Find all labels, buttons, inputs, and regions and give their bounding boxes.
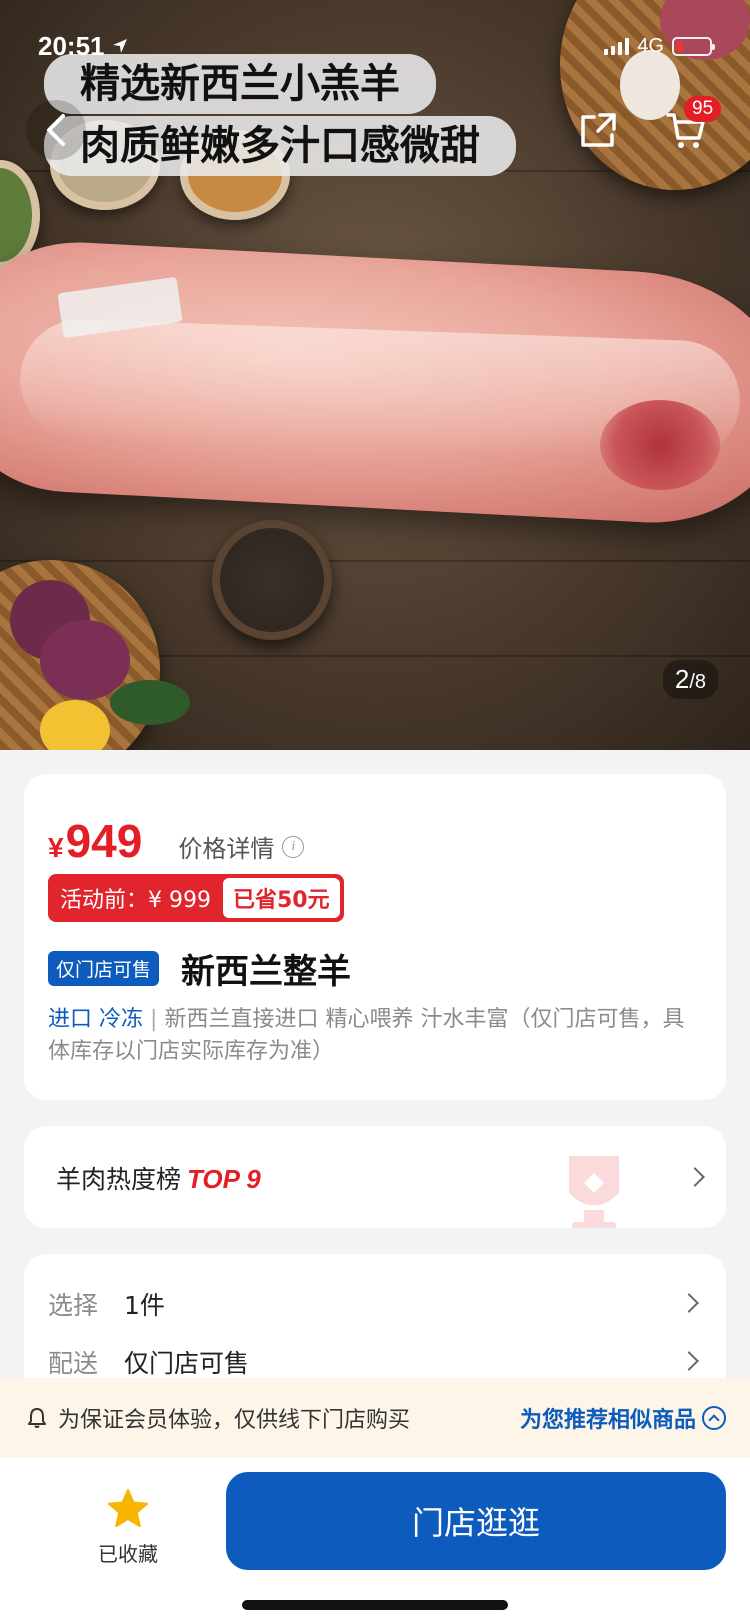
option-row-select[interactable]: 选择 1件: [48, 1286, 702, 1322]
favorite-label: 已收藏: [98, 1542, 158, 1566]
product-title: 新西兰整羊: [181, 952, 352, 992]
option-value: 1件: [124, 1291, 165, 1320]
pre-event-price: 活动前：¥ 999: [60, 888, 211, 913]
price-detail-link[interactable]: 价格详情 i: [178, 829, 305, 864]
price-card: ¥ 949 价格详情 i 活动前：¥ 999 已省50元 仅门店可售 新西兰整羊…: [24, 774, 726, 1100]
promo-banner: 活动前：¥ 999 已省50元: [48, 874, 344, 922]
tag-separator: |: [150, 1007, 158, 1032]
trophy-icon: [569, 1156, 619, 1228]
hero-caption-line2: 肉质鲜嫩多汁口感微甜: [44, 116, 516, 176]
notice-bar: 为保证会员体验，仅供线下门店购买 为您推荐相似商品: [0, 1378, 750, 1458]
option-key: 配送: [48, 1349, 99, 1378]
clock: 20:51: [38, 30, 105, 61]
similar-products-link[interactable]: 为您推荐相似商品: [520, 1402, 726, 1434]
bell-icon: [28, 1408, 46, 1428]
pager-total: /8: [689, 671, 706, 693]
store-only-tag: 仅门店可售: [48, 951, 160, 986]
similar-products-label: 为您推荐相似商品: [519, 1408, 696, 1433]
chevron-right-icon: [679, 1351, 699, 1371]
savings-badge: 已省50元: [222, 878, 340, 918]
bottom-bar: 已收藏 门店逛逛: [0, 1458, 750, 1624]
back-button[interactable]: [26, 100, 86, 160]
status-bar: 20:51 4G: [38, 28, 715, 64]
price-value: 949: [65, 815, 143, 867]
home-indicator: [242, 1600, 508, 1610]
pager-current: 2: [674, 664, 690, 694]
option-key: 选择: [48, 1291, 99, 1320]
tag-frozen: 冷冻: [99, 1007, 144, 1032]
option-value: 仅门店可售: [124, 1349, 250, 1378]
visit-store-button[interactable]: 门店逛逛: [226, 1472, 726, 1570]
ranking-card[interactable]: 羊肉热度榜 TOP 9: [24, 1126, 726, 1228]
price-symbol: ¥: [48, 832, 64, 863]
info-icon: i: [282, 835, 305, 858]
peppercorn-bowl: [212, 520, 332, 640]
ranking-top: TOP 9: [187, 1164, 261, 1194]
share-button[interactable]: [568, 100, 628, 160]
ranking-chevron-icon: [685, 1167, 705, 1187]
notice-text: 为保证会员体验，仅供线下门店购买: [58, 1408, 411, 1433]
back-arrow-icon: [47, 114, 65, 146]
network-type: 4G: [637, 34, 664, 57]
favorite-button[interactable]: 已收藏: [92, 1488, 164, 1567]
tag-imported: 进口: [48, 1007, 93, 1032]
battery-icon: [672, 36, 715, 56]
share-icon: [581, 113, 616, 147]
option-row-delivery[interactable]: 配送 仅门店可售: [48, 1344, 702, 1380]
product-description: 进口 冷冻 | 新西兰直接进口 精心喂养 汁水丰富（仅门店可售，具体库存以门店实…: [48, 1004, 686, 1068]
ranking-label: 羊肉热度榜: [56, 1165, 182, 1194]
description-text: 新西兰直接进口 精心喂养 汁水丰富（仅门店可售，具体库存以门店实际库存为准）: [48, 1007, 685, 1064]
price-detail-label: 价格详情: [178, 835, 275, 863]
star-icon: [108, 1489, 148, 1527]
cart-count-badge: 95: [684, 96, 722, 122]
signal-icon: [604, 37, 630, 55]
chevron-up-icon: [702, 1406, 726, 1430]
image-pager: 2/8: [662, 660, 718, 699]
location-arrow-icon: [112, 39, 127, 53]
chevron-right-icon: [679, 1293, 699, 1313]
